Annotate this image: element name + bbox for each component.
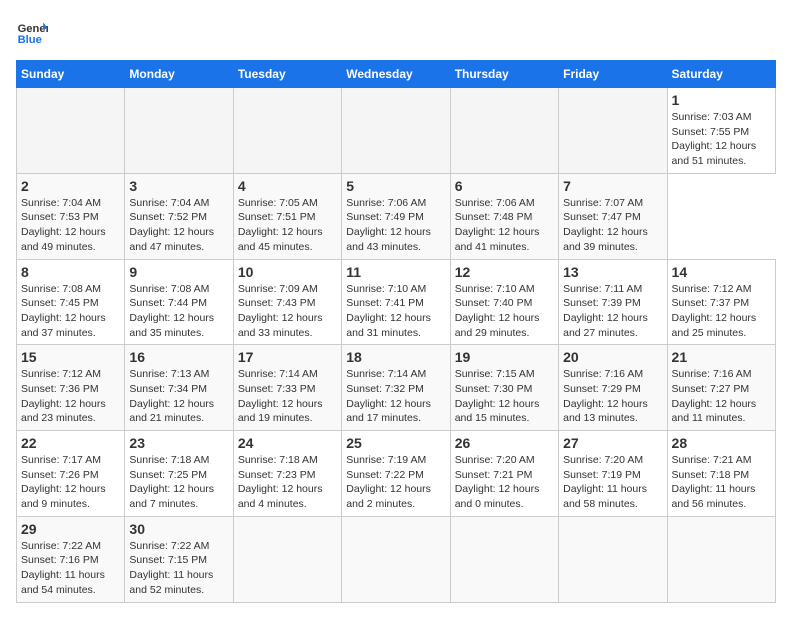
page-header: General Blue: [16, 16, 776, 48]
calendar-cell-empty: [559, 516, 667, 602]
calendar-cell-4: 4Sunrise: 7:05 AMSunset: 7:51 PMDaylight…: [233, 173, 341, 259]
calendar-cell-empty: [342, 516, 450, 602]
calendar-cell-29: 29Sunrise: 7:22 AMSunset: 7:16 PMDayligh…: [17, 516, 125, 602]
calendar-cell-empty: [450, 88, 558, 174]
calendar-cell-2: 2Sunrise: 7:04 AMSunset: 7:53 PMDaylight…: [17, 173, 125, 259]
calendar-cell-empty: [559, 88, 667, 174]
calendar-cell-empty: [667, 516, 775, 602]
calendar-cell-6: 6Sunrise: 7:06 AMSunset: 7:48 PMDaylight…: [450, 173, 558, 259]
col-monday: Monday: [125, 61, 233, 88]
calendar-cell-8: 8Sunrise: 7:08 AMSunset: 7:45 PMDaylight…: [17, 259, 125, 345]
col-tuesday: Tuesday: [233, 61, 341, 88]
calendar-cell-14: 14Sunrise: 7:12 AMSunset: 7:37 PMDayligh…: [667, 259, 775, 345]
calendar-header: SundayMondayTuesdayWednesdayThursdayFrid…: [17, 61, 776, 88]
calendar-cell-10: 10Sunrise: 7:09 AMSunset: 7:43 PMDayligh…: [233, 259, 341, 345]
logo-icon: General Blue: [16, 16, 48, 48]
calendar-cell-empty: [125, 88, 233, 174]
calendar-cell-23: 23Sunrise: 7:18 AMSunset: 7:25 PMDayligh…: [125, 431, 233, 517]
calendar-cell-1: 1Sunrise: 7:03 AMSunset: 7:55 PMDaylight…: [667, 88, 775, 174]
calendar-cell-12: 12Sunrise: 7:10 AMSunset: 7:40 PMDayligh…: [450, 259, 558, 345]
calendar-cell-24: 24Sunrise: 7:18 AMSunset: 7:23 PMDayligh…: [233, 431, 341, 517]
calendar-cell-21: 21Sunrise: 7:16 AMSunset: 7:27 PMDayligh…: [667, 345, 775, 431]
calendar-table: SundayMondayTuesdayWednesdayThursdayFrid…: [16, 60, 776, 603]
calendar-cell-17: 17Sunrise: 7:14 AMSunset: 7:33 PMDayligh…: [233, 345, 341, 431]
calendar-cell-27: 27Sunrise: 7:20 AMSunset: 7:19 PMDayligh…: [559, 431, 667, 517]
calendar-cell-9: 9Sunrise: 7:08 AMSunset: 7:44 PMDaylight…: [125, 259, 233, 345]
calendar-cell-19: 19Sunrise: 7:15 AMSunset: 7:30 PMDayligh…: [450, 345, 558, 431]
col-friday: Friday: [559, 61, 667, 88]
calendar-body: 1Sunrise: 7:03 AMSunset: 7:55 PMDaylight…: [17, 88, 776, 603]
calendar-cell-16: 16Sunrise: 7:13 AMSunset: 7:34 PMDayligh…: [125, 345, 233, 431]
calendar-cell-5: 5Sunrise: 7:06 AMSunset: 7:49 PMDaylight…: [342, 173, 450, 259]
calendar-cell-20: 20Sunrise: 7:16 AMSunset: 7:29 PMDayligh…: [559, 345, 667, 431]
col-sunday: Sunday: [17, 61, 125, 88]
calendar-cell-7: 7Sunrise: 7:07 AMSunset: 7:47 PMDaylight…: [559, 173, 667, 259]
calendar-cell-empty: [342, 88, 450, 174]
calendar-cell-25: 25Sunrise: 7:19 AMSunset: 7:22 PMDayligh…: [342, 431, 450, 517]
calendar-cell-18: 18Sunrise: 7:14 AMSunset: 7:32 PMDayligh…: [342, 345, 450, 431]
col-wednesday: Wednesday: [342, 61, 450, 88]
calendar-cell-empty: [450, 516, 558, 602]
calendar-cell-empty: [233, 516, 341, 602]
calendar-cell-3: 3Sunrise: 7:04 AMSunset: 7:52 PMDaylight…: [125, 173, 233, 259]
col-thursday: Thursday: [450, 61, 558, 88]
logo: General Blue: [16, 16, 48, 48]
calendar-cell-13: 13Sunrise: 7:11 AMSunset: 7:39 PMDayligh…: [559, 259, 667, 345]
calendar-cell-15: 15Sunrise: 7:12 AMSunset: 7:36 PMDayligh…: [17, 345, 125, 431]
calendar-cell-11: 11Sunrise: 7:10 AMSunset: 7:41 PMDayligh…: [342, 259, 450, 345]
calendar-cell-22: 22Sunrise: 7:17 AMSunset: 7:26 PMDayligh…: [17, 431, 125, 517]
col-saturday: Saturday: [667, 61, 775, 88]
calendar-cell-empty: [233, 88, 341, 174]
svg-text:Blue: Blue: [18, 34, 42, 46]
calendar-cell-26: 26Sunrise: 7:20 AMSunset: 7:21 PMDayligh…: [450, 431, 558, 517]
calendar-cell-empty: [17, 88, 125, 174]
calendar-cell-30: 30Sunrise: 7:22 AMSunset: 7:15 PMDayligh…: [125, 516, 233, 602]
calendar-cell-28: 28Sunrise: 7:21 AMSunset: 7:18 PMDayligh…: [667, 431, 775, 517]
